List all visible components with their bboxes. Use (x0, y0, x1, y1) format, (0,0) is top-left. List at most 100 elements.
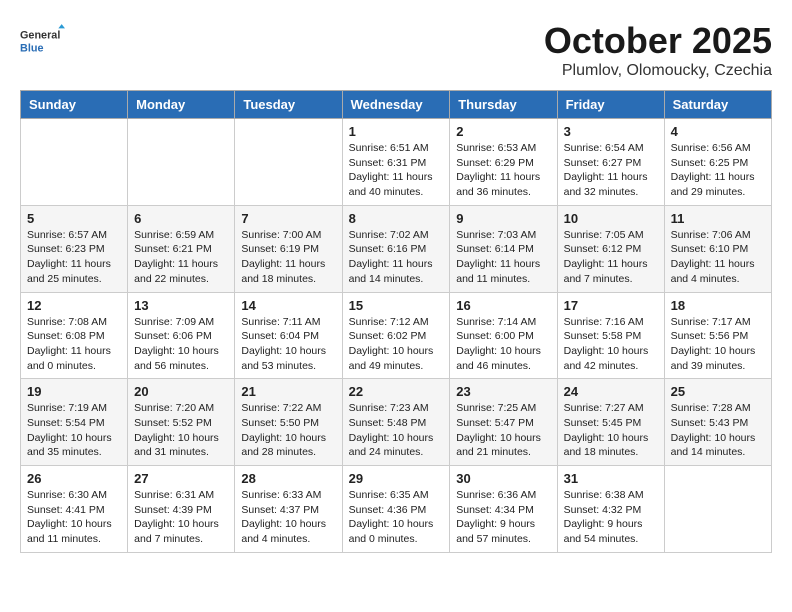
day-info: Sunrise: 7:12 AM Sunset: 6:02 PM Dayligh… (349, 315, 444, 374)
month-title: October 2025 (544, 20, 772, 62)
calendar-cell: 31Sunrise: 6:38 AM Sunset: 4:32 PM Dayli… (557, 466, 664, 553)
calendar-cell: 23 Sunrise: 7:25 AM Sunset: 5:47 PM Dayli… (450, 379, 557, 466)
day-number: 27 (134, 471, 228, 486)
day-number: 6 (134, 211, 228, 226)
day-info: Sunrise: 7:16 AM Sunset: 5:58 PM Dayligh… (564, 315, 658, 374)
calendar-week-row: 26 Sunrise: 6:30 AM Sunset: 4:41 PM Dayli… (21, 466, 772, 553)
day-number: 28 (241, 471, 335, 486)
day-number: 24 (564, 384, 658, 399)
weekday-header-sunday: Sunday (21, 91, 128, 119)
calendar-cell (128, 119, 235, 206)
calendar-week-row: 12Sunrise: 7:08 AM Sunset: 6:08 PM Dayli… (21, 292, 772, 379)
day-number: 2 (456, 124, 550, 139)
day-info: Sunrise: 6:59 AM Sunset: 6:21 PM Dayligh… (134, 228, 228, 287)
day-info: Sunrise: 7:20 AM Sunset: 5:52 PM Dayligh… (134, 401, 228, 460)
calendar-cell: 26 Sunrise: 6:30 AM Sunset: 4:41 PM Dayli… (21, 466, 128, 553)
calendar-cell: 7 Sunrise: 7:00 AM Sunset: 6:19 PM Daylig… (235, 205, 342, 292)
day-info: Sunrise: 7:25 AM Sunset: 5:47 PM Dayligh… (456, 401, 550, 460)
calendar-cell: 24Sunrise: 7:27 AM Sunset: 5:45 PM Dayli… (557, 379, 664, 466)
calendar-cell: 3 Sunrise: 6:54 AM Sunset: 6:27 PM Daylig… (557, 119, 664, 206)
title-block: October 2025 Plumlov, Olomoucky, Czechia (544, 20, 772, 80)
day-number: 23 (456, 384, 550, 399)
day-number: 18 (671, 298, 765, 313)
calendar-cell: 21 Sunrise: 7:22 AM Sunset: 5:50 PM Dayli… (235, 379, 342, 466)
day-info: Sunrise: 7:23 AM Sunset: 5:48 PM Dayligh… (349, 401, 444, 460)
calendar-cell (21, 119, 128, 206)
day-number: 1 (349, 124, 444, 139)
calendar-cell: 25 Sunrise: 7:28 AM Sunset: 5:43 PM Dayli… (664, 379, 771, 466)
day-number: 11 (671, 211, 765, 226)
day-info: Sunrise: 7:22 AM Sunset: 5:50 PM Dayligh… (241, 401, 335, 460)
day-number: 22 (349, 384, 444, 399)
svg-text:Blue: Blue (20, 43, 43, 55)
calendar-cell: 19 Sunrise: 7:19 AM Sunset: 5:54 PM Dayli… (21, 379, 128, 466)
day-info: Sunrise: 7:28 AM Sunset: 5:43 PM Dayligh… (671, 401, 765, 460)
day-number: 14 (241, 298, 335, 313)
calendar-cell: 20 Sunrise: 7:20 AM Sunset: 5:52 PM Dayli… (128, 379, 235, 466)
page-header: General Blue October 2025 Plumlov, Olomo… (20, 20, 772, 80)
day-info: Sunrise: 6:36 AM Sunset: 4:34 PM Dayligh… (456, 488, 550, 547)
day-number: 25 (671, 384, 765, 399)
day-info: Sunrise: 6:51 AM Sunset: 6:31 PM Dayligh… (349, 141, 444, 200)
day-info: Sunrise: 6:35 AM Sunset: 4:36 PM Dayligh… (349, 488, 444, 547)
calendar-cell: 4 Sunrise: 6:56 AM Sunset: 6:25 PM Daylig… (664, 119, 771, 206)
calendar-cell: 18Sunrise: 7:17 AM Sunset: 5:56 PM Dayli… (664, 292, 771, 379)
calendar-cell: 11 Sunrise: 7:06 AM Sunset: 6:10 PM Dayli… (664, 205, 771, 292)
day-number: 15 (349, 298, 444, 313)
day-info: Sunrise: 6:33 AM Sunset: 4:37 PM Dayligh… (241, 488, 335, 547)
day-number: 26 (27, 471, 121, 486)
day-info: Sunrise: 6:54 AM Sunset: 6:27 PM Dayligh… (564, 141, 658, 200)
day-info: Sunrise: 7:09 AM Sunset: 6:06 PM Dayligh… (134, 315, 228, 374)
day-number: 19 (27, 384, 121, 399)
day-info: Sunrise: 7:11 AM Sunset: 6:04 PM Dayligh… (241, 315, 335, 374)
calendar-cell: 13 Sunrise: 7:09 AM Sunset: 6:06 PM Dayli… (128, 292, 235, 379)
day-number: 17 (564, 298, 658, 313)
calendar-table: SundayMondayTuesdayWednesdayThursdayFrid… (20, 90, 772, 553)
calendar-cell: 2Sunrise: 6:53 AM Sunset: 6:29 PM Daylig… (450, 119, 557, 206)
day-number: 4 (671, 124, 765, 139)
day-number: 30 (456, 471, 550, 486)
calendar-cell: 16 Sunrise: 7:14 AM Sunset: 6:00 PM Dayli… (450, 292, 557, 379)
svg-text:General: General (20, 29, 60, 41)
day-info: Sunrise: 6:56 AM Sunset: 6:25 PM Dayligh… (671, 141, 765, 200)
calendar-cell (235, 119, 342, 206)
day-info: Sunrise: 6:30 AM Sunset: 4:41 PM Dayligh… (27, 488, 121, 547)
day-number: 16 (456, 298, 550, 313)
weekday-header-wednesday: Wednesday (342, 91, 450, 119)
weekday-header-row: SundayMondayTuesdayWednesdayThursdayFrid… (21, 91, 772, 119)
calendar-cell: 6 Sunrise: 6:59 AM Sunset: 6:21 PM Daylig… (128, 205, 235, 292)
day-number: 9 (456, 211, 550, 226)
weekday-header-friday: Friday (557, 91, 664, 119)
calendar-week-row: 19 Sunrise: 7:19 AM Sunset: 5:54 PM Dayli… (21, 379, 772, 466)
calendar-cell: 12Sunrise: 7:08 AM Sunset: 6:08 PM Dayli… (21, 292, 128, 379)
day-info: Sunrise: 7:03 AM Sunset: 6:14 PM Dayligh… (456, 228, 550, 287)
day-info: Sunrise: 7:14 AM Sunset: 6:00 PM Dayligh… (456, 315, 550, 374)
calendar-week-row: 1 Sunrise: 6:51 AM Sunset: 6:31 PM Daylig… (21, 119, 772, 206)
day-info: Sunrise: 7:02 AM Sunset: 6:16 PM Dayligh… (349, 228, 444, 287)
day-number: 21 (241, 384, 335, 399)
day-number: 7 (241, 211, 335, 226)
day-info: Sunrise: 7:06 AM Sunset: 6:10 PM Dayligh… (671, 228, 765, 287)
calendar-cell: 15 Sunrise: 7:12 AM Sunset: 6:02 PM Dayli… (342, 292, 450, 379)
day-number: 20 (134, 384, 228, 399)
calendar-cell: 14 Sunrise: 7:11 AM Sunset: 6:04 PM Dayli… (235, 292, 342, 379)
calendar-cell: 1 Sunrise: 6:51 AM Sunset: 6:31 PM Daylig… (342, 119, 450, 206)
calendar-cell: 10Sunrise: 7:05 AM Sunset: 6:12 PM Dayli… (557, 205, 664, 292)
day-number: 3 (564, 124, 658, 139)
day-number: 29 (349, 471, 444, 486)
day-info: Sunrise: 7:08 AM Sunset: 6:08 PM Dayligh… (27, 315, 121, 374)
logo: General Blue (20, 20, 70, 60)
calendar-cell: 8Sunrise: 7:02 AM Sunset: 6:16 PM Daylig… (342, 205, 450, 292)
day-info: Sunrise: 6:57 AM Sunset: 6:23 PM Dayligh… (27, 228, 121, 287)
weekday-header-tuesday: Tuesday (235, 91, 342, 119)
calendar-cell: 5Sunrise: 6:57 AM Sunset: 6:23 PM Daylig… (21, 205, 128, 292)
calendar-cell: 22 Sunrise: 7:23 AM Sunset: 5:48 PM Dayli… (342, 379, 450, 466)
day-number: 13 (134, 298, 228, 313)
day-info: Sunrise: 7:19 AM Sunset: 5:54 PM Dayligh… (27, 401, 121, 460)
calendar-cell (664, 466, 771, 553)
day-info: Sunrise: 7:00 AM Sunset: 6:19 PM Dayligh… (241, 228, 335, 287)
calendar-week-row: 5Sunrise: 6:57 AM Sunset: 6:23 PM Daylig… (21, 205, 772, 292)
logo-svg: General Blue (20, 20, 70, 60)
location-title: Plumlov, Olomoucky, Czechia (544, 62, 772, 80)
calendar-cell: 17 Sunrise: 7:16 AM Sunset: 5:58 PM Dayli… (557, 292, 664, 379)
